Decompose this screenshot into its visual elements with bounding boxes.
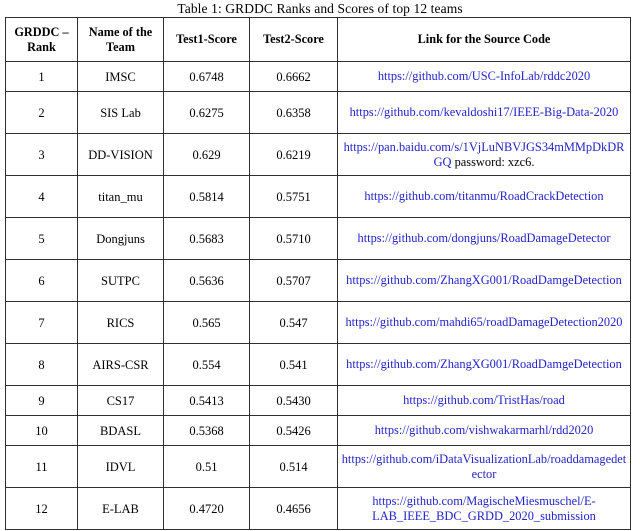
table-row: 3 DD-VISION 0.629 0.6219 https://pan.baidu.c…: [5, 133, 631, 176]
cell-team: E-LAB: [77, 487, 164, 530]
cell-test2-score: 0.5751: [249, 175, 338, 218]
cell-test2-score: 0.5707: [249, 259, 338, 302]
cell-source-code-link[interactable]: https://github.com/MagischeMiesmuschel/E…: [337, 487, 631, 530]
cell-test1-score: 0.629: [163, 133, 250, 176]
cell-test1-score: 0.5368: [163, 415, 250, 446]
cell-rank: 5: [5, 217, 78, 260]
table-row: 8 AIRS-CSR 0.554 0.541 https://github.com/Zh…: [5, 343, 631, 386]
cell-rank: 10: [5, 415, 78, 446]
source-code-link[interactable]: https://github.com/ZhangXG001/RoadDamgeD…: [346, 273, 622, 287]
cell-source-code-link[interactable]: https://pan.baidu.com/s/1VjLuNBVJGS34mMM…: [337, 133, 631, 176]
cell-test1-score: 0.5683: [163, 217, 250, 260]
source-code-link[interactable]: https://github.com/TristHas/road: [403, 393, 565, 407]
cell-source-code-link[interactable]: https://github.com/ZhangXG001/RoadDamgeD…: [337, 343, 631, 386]
source-code-link[interactable]: https://github.com/mahdi65/roadDamageDet…: [345, 315, 622, 329]
cell-test1-score: 0.5814: [163, 175, 250, 218]
cell-team: Dongjuns: [77, 217, 164, 260]
cell-rank: 6: [5, 259, 78, 302]
column-header-test2: Test2-Score: [249, 17, 338, 62]
cell-rank: 4: [5, 175, 78, 218]
cell-source-code-link[interactable]: https://github.com/vishwakarmarhl/rdd202…: [337, 415, 631, 446]
cell-test2-score: 0.5426: [249, 415, 338, 446]
source-code-link[interactable]: https://github.com/iDataVisualizationLab…: [342, 452, 627, 481]
cell-source-code-link[interactable]: https://github.com/dongjuns/RoadDamageDe…: [337, 217, 631, 260]
table-row: 10 BDASL 0.5368 0.5426 https://github.com/vi…: [5, 415, 631, 446]
table-row: 2 SIS Lab 0.6275 0.6358 https://github.com/k…: [5, 91, 631, 134]
cell-team: SIS Lab: [77, 91, 164, 134]
cell-test1-score: 0.5636: [163, 259, 250, 302]
table-row: 12 E-LAB 0.4720 0.4656 https://github.com/Ma…: [5, 487, 631, 530]
table-caption: Table 1: GRDDC Ranks and Scores of top 1…: [177, 1, 463, 16]
table-row: 11 IDVL 0.51 0.514 https://github.com/iDataV…: [5, 445, 631, 488]
cell-rank: 7: [5, 301, 78, 344]
cell-test2-score: 0.5710: [249, 217, 338, 260]
cell-test2-score: 0.5430: [249, 385, 338, 416]
table-header: GRDDC – Rank Name of the Team Test1-Scor…: [5, 17, 631, 62]
cell-source-code-link[interactable]: https://github.com/titanmu/RoadCrackDete…: [337, 175, 631, 218]
cell-test2-score: 0.6662: [249, 61, 338, 92]
cell-rank: 12: [5, 487, 78, 530]
column-header-team: Name of the Team: [77, 17, 164, 62]
column-header-link: Link for the Source Code: [337, 17, 631, 62]
cell-test2-score: 0.4656: [249, 487, 338, 530]
cell-test2-score: 0.514: [249, 445, 338, 488]
cell-team: BDASL: [77, 415, 164, 446]
cell-test2-score: 0.547: [249, 301, 338, 344]
cell-source-code-link[interactable]: https://github.com/ZhangXG001/RoadDamgeD…: [337, 259, 631, 302]
cell-team: titan_mu: [77, 175, 164, 218]
table-header-row: GRDDC – Rank Name of the Team Test1-Scor…: [5, 17, 631, 62]
cell-rank: 3: [5, 133, 78, 176]
source-code-link[interactable]: https://github.com/USC-InfoLab/rddc2020: [378, 69, 590, 83]
cell-rank: 11: [5, 445, 78, 488]
table-row: 1 IMSC 0.6748 0.6662 https://github.com/USC-…: [5, 61, 631, 92]
cell-test1-score: 0.6748: [163, 61, 250, 92]
table-row: 9 CS17 0.5413 0.5430 https://github.com/Tris…: [5, 385, 631, 416]
table-row: 4 titan_mu 0.5814 0.5751 https://github.com/…: [5, 175, 631, 218]
cell-source-code-link[interactable]: https://github.com/kevaldoshi17/IEEE-Big…: [337, 91, 631, 134]
cell-source-code-link[interactable]: https://github.com/iDataVisualizationLab…: [337, 445, 631, 488]
cell-test2-score: 0.6358: [249, 91, 338, 134]
column-header-rank: GRDDC – Rank: [5, 17, 78, 62]
cell-team: IDVL: [77, 445, 164, 488]
cell-test1-score: 0.565: [163, 301, 250, 344]
rank-table: GRDDC – Rank Name of the Team Test1-Scor…: [5, 17, 631, 530]
cell-team: RICS: [77, 301, 164, 344]
cell-team: SUTPC: [77, 259, 164, 302]
cell-team: DD-VISION: [77, 133, 164, 176]
cell-test1-score: 0.51: [163, 445, 250, 488]
cell-test1-score: 0.4720: [163, 487, 250, 530]
cell-test1-score: 0.5413: [163, 385, 250, 416]
cell-rank: 9: [5, 385, 78, 416]
cell-team: IMSC: [77, 61, 164, 92]
source-code-link[interactable]: https://github.com/vishwakarmarhl/rdd202…: [375, 423, 594, 437]
document-page: Table 1: GRDDC Ranks and Scores of top 1…: [0, 0, 640, 531]
cell-rank: 1: [5, 61, 78, 92]
cell-team: AIRS-CSR: [77, 343, 164, 386]
cell-test2-score: 0.541: [249, 343, 338, 386]
cell-rank: 2: [5, 91, 78, 134]
cell-rank: 8: [5, 343, 78, 386]
cell-test1-score: 0.6275: [163, 91, 250, 134]
table-row: 5 Dongjuns 0.5683 0.5710 https://github.com/…: [5, 217, 631, 260]
cell-source-code-link[interactable]: https://github.com/mahdi65/roadDamageDet…: [337, 301, 631, 344]
source-code-link[interactable]: https://github.com/titanmu/RoadCrackDete…: [364, 189, 603, 203]
cell-source-code-link[interactable]: https://github.com/TristHas/road: [337, 385, 631, 416]
cell-test1-score: 0.554: [163, 343, 250, 386]
source-code-link[interactable]: https://github.com/dongjuns/RoadDamageDe…: [358, 231, 611, 245]
cell-team: CS17: [77, 385, 164, 416]
table-body: 1 IMSC 0.6748 0.6662 https://github.com/USC-…: [5, 61, 631, 530]
source-code-link[interactable]: https://github.com/MagischeMiesmuschel/E…: [372, 494, 596, 523]
column-header-test1: Test1-Score: [163, 17, 250, 62]
source-code-link[interactable]: https://github.com/kevaldoshi17/IEEE-Big…: [350, 105, 619, 119]
cell-test2-score: 0.6219: [249, 133, 338, 176]
link-password-note: password: xzc6.: [451, 154, 535, 169]
table-row: 7 RICS 0.565 0.547 https://github.com/mahdi6…: [5, 301, 631, 344]
table-row: 6 SUTPC 0.5636 0.5707 https://github.com/Zha…: [5, 259, 631, 302]
cell-source-code-link[interactable]: https://github.com/USC-InfoLab/rddc2020: [337, 61, 631, 92]
source-code-link[interactable]: https://github.com/ZhangXG001/RoadDamgeD…: [346, 357, 622, 371]
